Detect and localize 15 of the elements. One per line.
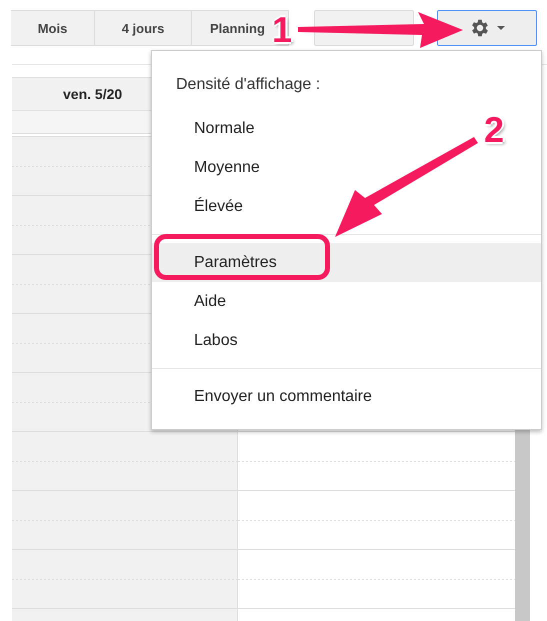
menu-item[interactable]: Élevée bbox=[152, 187, 267, 226]
menu-item[interactable]: Moyenne bbox=[152, 148, 284, 187]
settings-button[interactable] bbox=[437, 10, 537, 46]
caret-icon bbox=[497, 26, 505, 30]
menu-item[interactable]: Envoyer un commentaire bbox=[152, 377, 396, 416]
menu-item[interactable]: Aide bbox=[152, 282, 250, 321]
day-header: ven. 5/20 bbox=[63, 86, 122, 102]
menu-item[interactable]: Labos bbox=[152, 321, 262, 360]
settings-icon bbox=[469, 17, 491, 39]
menu-item[interactable]: Paramètres bbox=[152, 243, 541, 282]
view-tab[interactable]: 4 jours bbox=[94, 10, 192, 46]
step-number: 2 bbox=[484, 112, 504, 148]
menu-item[interactable]: Normale bbox=[152, 109, 278, 148]
view-tab[interactable]: Mois bbox=[11, 10, 95, 46]
menu-heading: Densité d'affichage : bbox=[175, 75, 322, 95]
